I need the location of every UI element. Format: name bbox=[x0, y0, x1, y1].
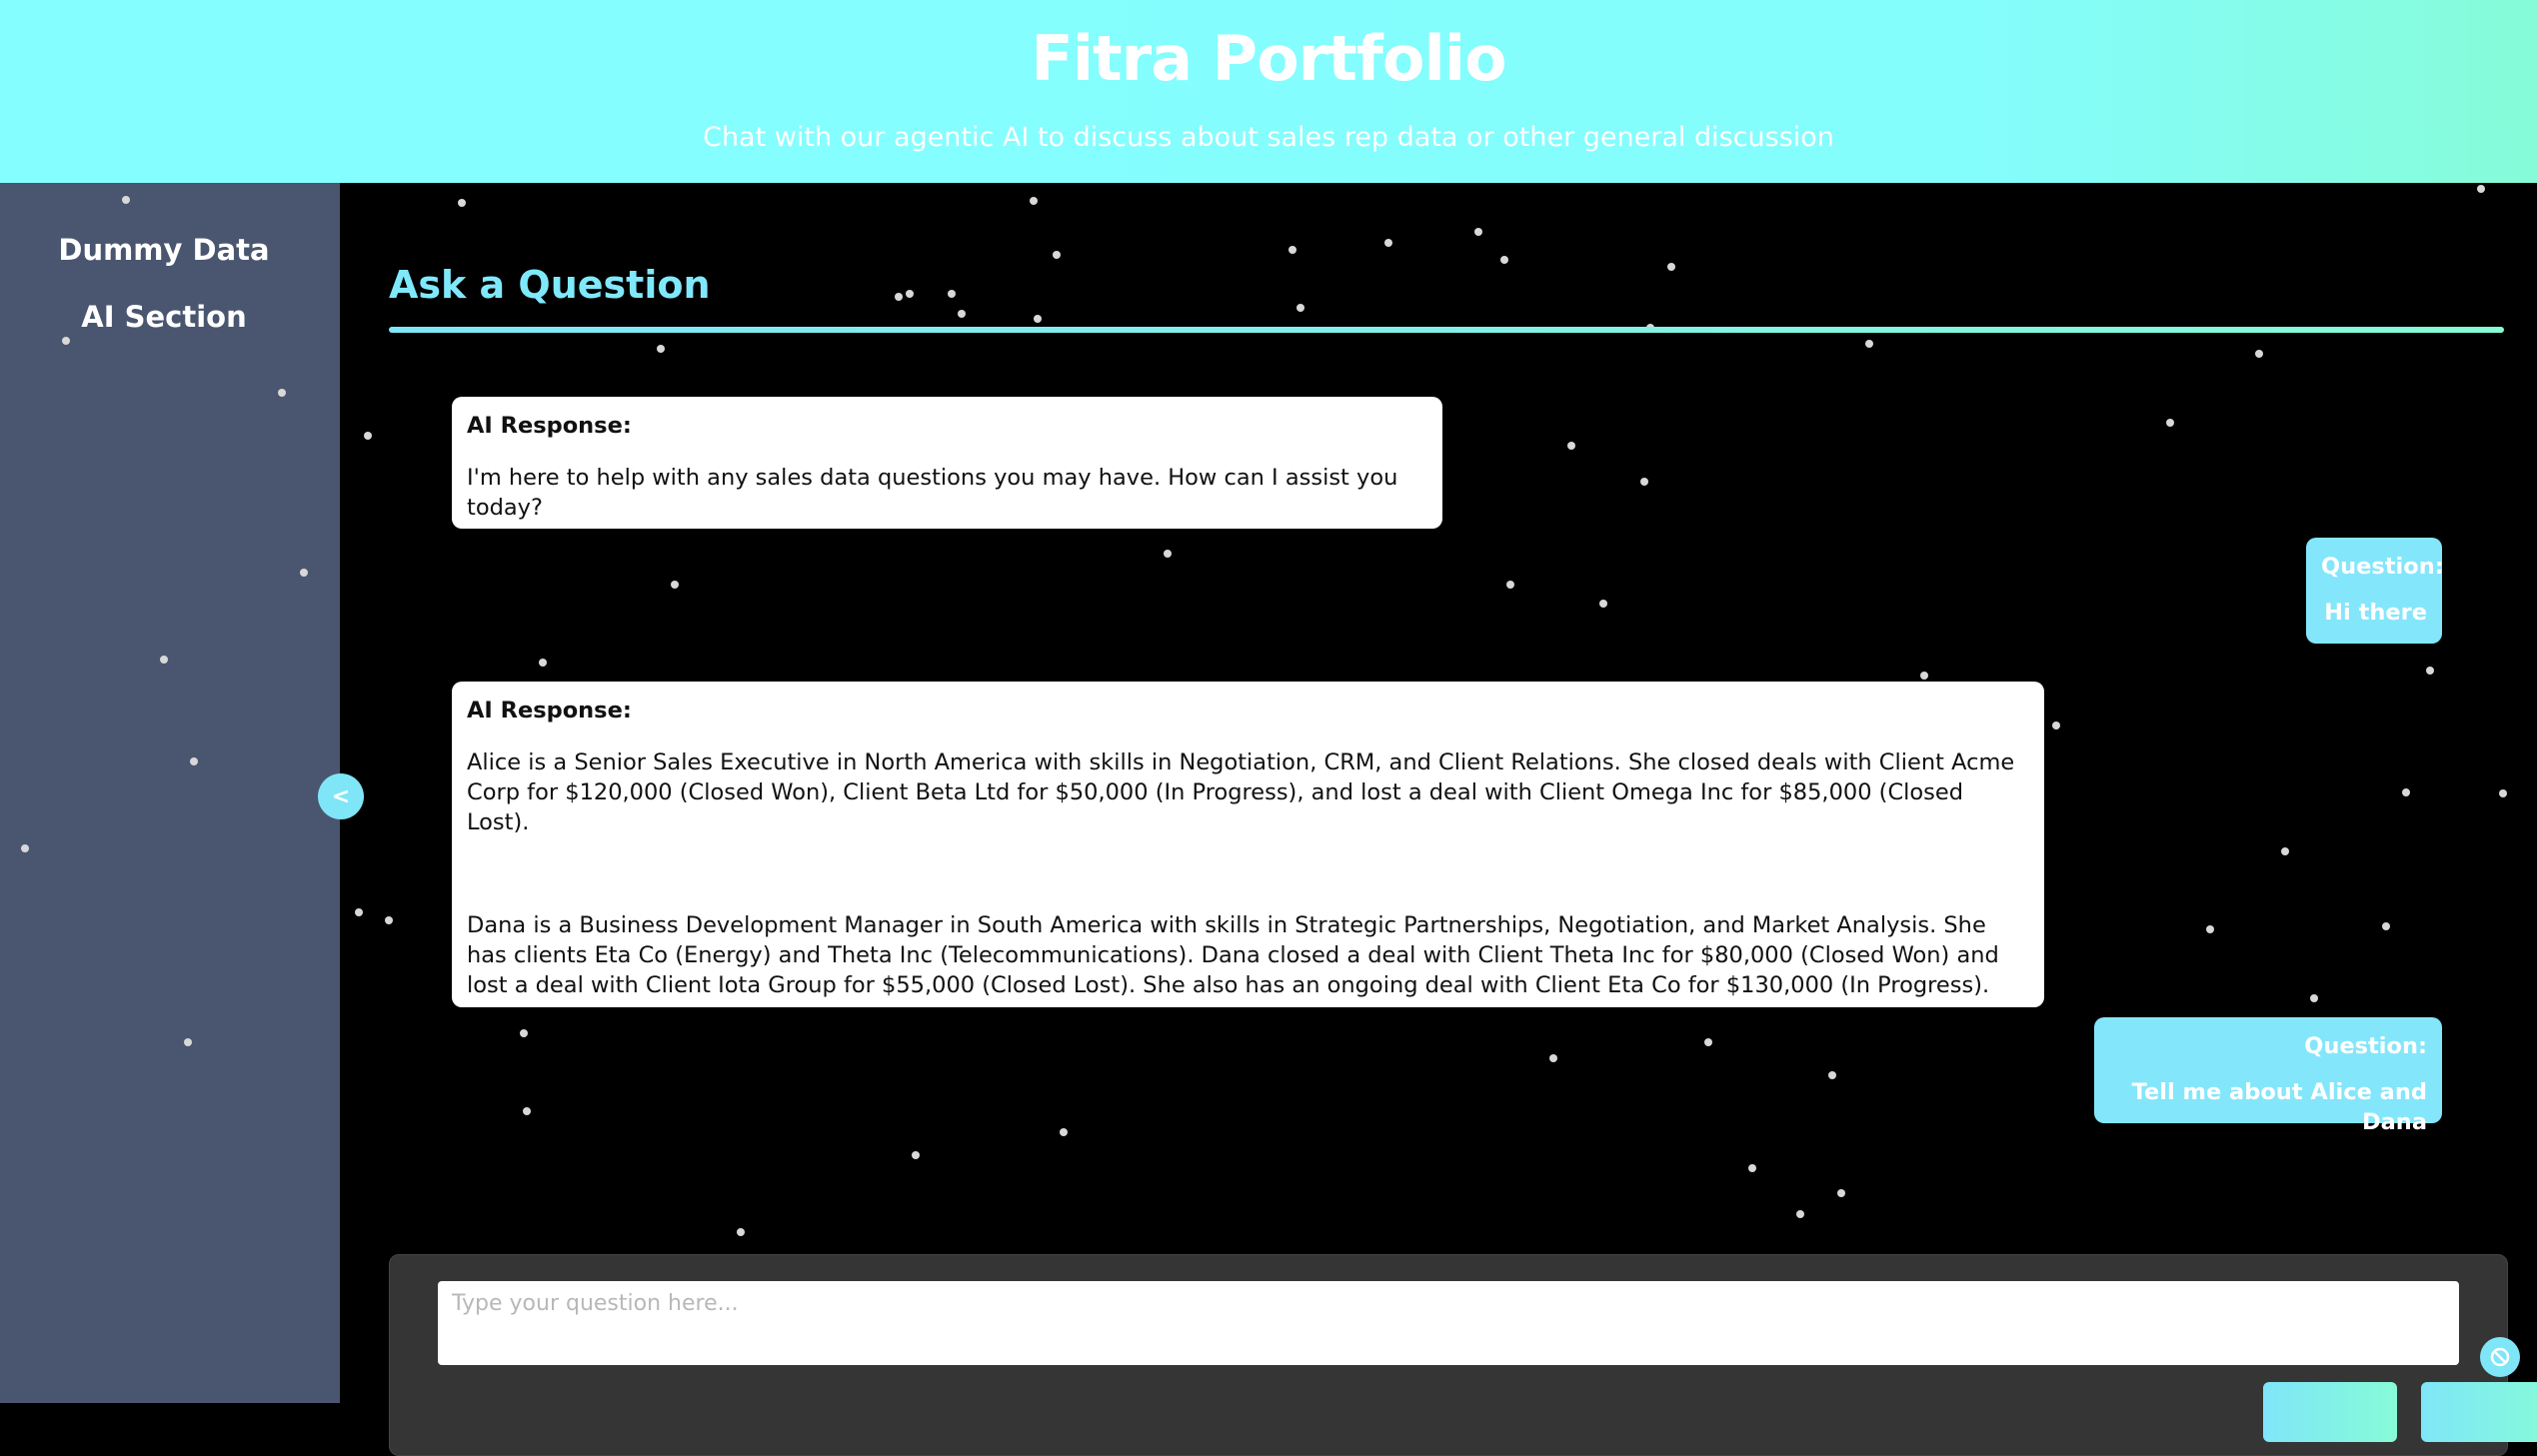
ai-response-label: AI Response: bbox=[467, 698, 632, 724]
ai-message: AI Response: I'm here to help with any s… bbox=[452, 397, 1442, 529]
submit-button[interactable] bbox=[2421, 1382, 2537, 1442]
title-divider bbox=[389, 327, 2504, 333]
ai-response-label: AI Response: bbox=[467, 413, 632, 439]
question-text: Hi there bbox=[2324, 600, 2427, 626]
sidebar-item-dummy-data[interactable]: Dummy Data bbox=[0, 233, 334, 267]
user-message: Question: Tell me about Alice and Dana bbox=[2094, 1017, 2442, 1135]
question-label: Question: bbox=[2304, 1033, 2427, 1059]
sidebar-item-ai-section[interactable]: AI Section bbox=[0, 300, 334, 334]
app-subtitle: Chat with our agentic AI to discuss abou… bbox=[703, 122, 1834, 153]
ai-response-text: Dana is a Business Development Manager i… bbox=[467, 912, 1999, 998]
question-input-panel bbox=[389, 1254, 2537, 1456]
question-text: Tell me about Alice and Dana bbox=[2131, 1079, 2427, 1135]
app-title: Fitra Portfolio bbox=[1031, 22, 1506, 95]
sidebar: Dummy Data AI Section bbox=[0, 183, 340, 1403]
question-label: Question: bbox=[2321, 554, 2444, 580]
ai-response-text: Alice is a Senior Sales Executive in Nor… bbox=[467, 749, 2015, 835]
scroll-toggle-button[interactable] bbox=[2480, 1337, 2520, 1377]
user-message: Question: Hi there bbox=[2306, 538, 2444, 644]
app-header: Fitra Portfolio Chat with our agentic AI… bbox=[0, 0, 2537, 183]
chat-main: Ask a Question AI Response: I'm here to … bbox=[340, 183, 2537, 1456]
section-title: Ask a Question bbox=[389, 263, 711, 307]
ai-message: AI Response: Alice is a Senior Sales Exe… bbox=[452, 682, 2044, 1007]
question-input[interactable] bbox=[438, 1281, 2459, 1365]
ai-response-text: I'm here to help with any sales data que… bbox=[467, 465, 1398, 521]
prohibited-icon bbox=[2490, 1347, 2510, 1367]
clear-button[interactable] bbox=[2263, 1382, 2397, 1442]
